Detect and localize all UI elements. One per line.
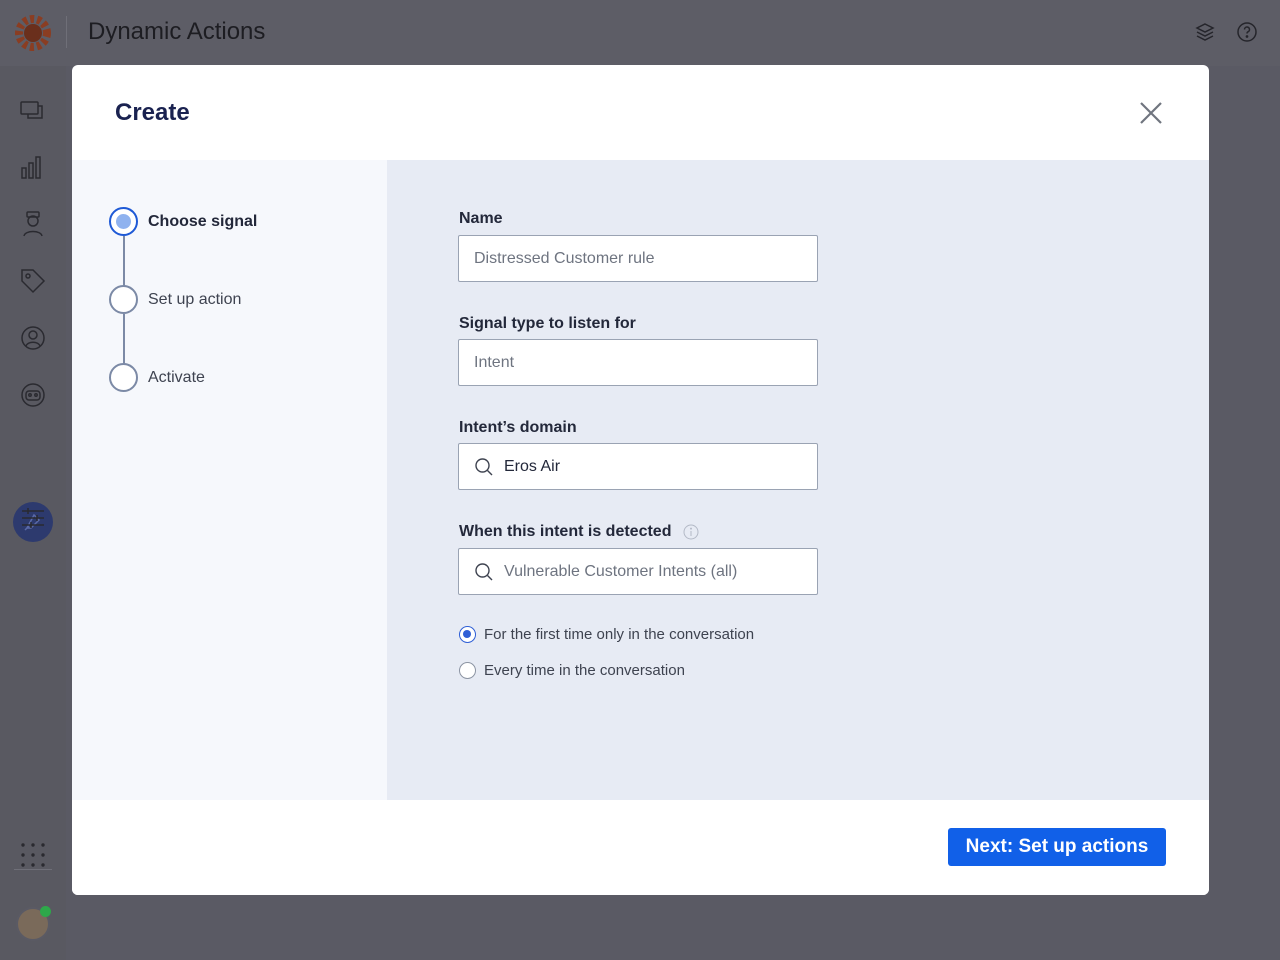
search-icon xyxy=(475,457,493,475)
step-connector xyxy=(123,236,125,286)
radio-label: For the first time only in the conversat… xyxy=(484,626,755,643)
settings-sliders-icon[interactable] xyxy=(18,503,48,533)
next-set-up-actions-button[interactable]: Next: Set up actions xyxy=(948,828,1166,866)
signal-type-select[interactable]: Intent xyxy=(458,339,818,386)
step-choose-signal[interactable]: Choose signal xyxy=(109,207,257,236)
step-indicator-active xyxy=(109,207,138,236)
intent-detected-label-text: When this intent is detected xyxy=(459,523,672,540)
step-label: Set up action xyxy=(148,290,242,308)
name-label: Name xyxy=(459,210,503,227)
info-icon[interactable] xyxy=(683,524,699,540)
app-title: Dynamic Actions xyxy=(88,18,266,45)
conversations-icon[interactable] xyxy=(18,96,48,126)
step-activate[interactable]: Activate xyxy=(109,363,205,392)
stepper-panel: Choose signal Set up action Activate xyxy=(72,160,387,800)
modal-footer: Next: Set up actions xyxy=(72,800,1209,895)
header-divider xyxy=(66,16,67,48)
help-icon[interactable] xyxy=(1235,20,1259,44)
step-label: Activate xyxy=(148,368,205,386)
radio-every-time[interactable]: Every time in the conversation xyxy=(459,662,685,679)
step-indicator xyxy=(109,363,138,392)
radio-label: Every time in the conversation xyxy=(484,662,685,679)
profile-icon[interactable] xyxy=(18,323,48,353)
radio-first-time-only[interactable]: For the first time only in the conversat… xyxy=(459,626,754,643)
search-icon xyxy=(475,562,493,580)
step-set-up-action[interactable]: Set up action xyxy=(109,285,241,314)
sidebar xyxy=(0,66,66,960)
step-connector xyxy=(123,314,125,364)
modal-title: Create xyxy=(115,99,190,126)
step-label: Choose signal xyxy=(148,212,258,230)
intent-domain-search[interactable]: Eros Air xyxy=(458,443,818,490)
app-header: Dynamic Actions xyxy=(0,0,1280,66)
create-modal: Create Choose signal Set up action Activ… xyxy=(72,65,1209,895)
apps-grid-icon[interactable] xyxy=(18,840,48,870)
form-panel: Name Distressed Customer rule Signal typ… xyxy=(387,160,1209,800)
bot-icon[interactable] xyxy=(18,380,48,410)
analytics-icon[interactable] xyxy=(18,152,48,182)
name-placeholder: Distressed Customer rule xyxy=(474,249,655,267)
intent-domain-label: Intent’s domain xyxy=(459,419,577,436)
agent-icon[interactable] xyxy=(18,209,48,239)
intent-detected-placeholder: Vulnerable Customer Intents (all) xyxy=(504,562,738,580)
radio-button xyxy=(459,662,476,679)
online-status-dot xyxy=(40,906,51,917)
tag-icon[interactable] xyxy=(18,266,48,296)
radio-button-checked xyxy=(459,626,476,643)
intent-detected-search[interactable]: Vulnerable Customer Intents (all) xyxy=(458,548,818,595)
layers-icon[interactable] xyxy=(1193,20,1217,44)
signal-type-placeholder: Intent xyxy=(474,353,515,371)
intent-domain-value: Eros Air xyxy=(504,457,561,475)
step-indicator xyxy=(109,285,138,314)
signal-type-label: Signal type to listen for xyxy=(459,315,636,332)
logo-icon xyxy=(15,15,51,51)
intent-detected-label: When this intent is detected xyxy=(459,523,699,541)
close-icon[interactable] xyxy=(1136,98,1166,128)
name-input[interactable]: Distressed Customer rule xyxy=(458,235,818,282)
